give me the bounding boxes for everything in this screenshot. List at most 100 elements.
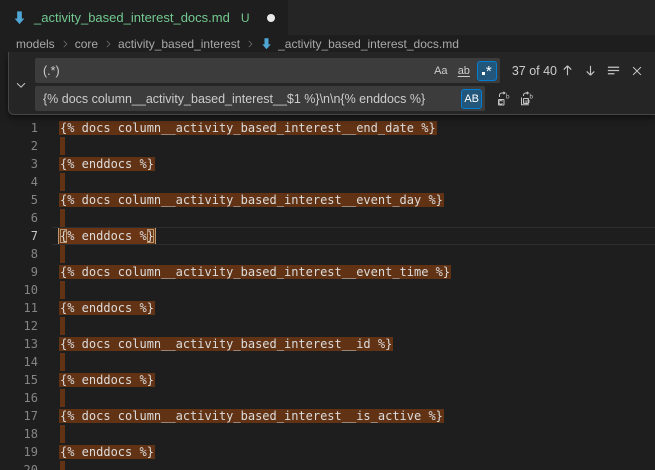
code-line-15[interactable]: 15 {% enddocs %} <box>0 371 655 389</box>
line-text: {% enddocs %} <box>60 155 154 173</box>
svg-text:b: b <box>505 92 509 100</box>
line-number: 9 <box>0 263 38 281</box>
code-line-20[interactable]: 20 <box>0 461 655 470</box>
line-number: 3 <box>0 155 38 173</box>
line-number: 11 <box>0 299 38 317</box>
regex-toggle[interactable]: * <box>477 61 497 81</box>
line-number: 2 <box>0 137 38 155</box>
match-case-toggle[interactable]: Aa <box>431 61 451 81</box>
breadcrumb-segment-models[interactable]: models <box>16 37 55 51</box>
whole-word-icon: ab <box>458 65 470 77</box>
line-text <box>60 461 65 470</box>
line-number: 14 <box>0 353 38 371</box>
tab-bar: _activity_based_interest_docs.md U <box>0 0 655 35</box>
git-status-badge: U <box>241 11 250 25</box>
code-line-4[interactable]: 4 <box>0 173 655 191</box>
line-number: 7 <box>0 227 38 245</box>
line-number: 15 <box>0 371 38 389</box>
toggle-replace-chevron-icon[interactable] <box>12 76 30 94</box>
line-text: {% docs column__activity_based_interest_… <box>60 263 450 281</box>
chevron-right-icon <box>60 39 70 49</box>
code-line-11[interactable]: 11 {% enddocs %} <box>0 299 655 317</box>
code-line-10[interactable]: 10 <box>0 281 655 299</box>
replace-all-button[interactable]: b ab <box>516 88 537 109</box>
tab-active-file[interactable]: _activity_based_interest_docs.md U <box>0 0 288 35</box>
line-number: 19 <box>0 443 38 461</box>
breadcrumb-file-name: _activity_based_interest_docs.md <box>278 37 459 51</box>
line-text: {% enddocs %} <box>60 443 154 461</box>
code-line-14[interactable]: 14 <box>0 353 655 371</box>
breadcrumb-segment-folder[interactable]: activity_based_interest <box>118 37 240 51</box>
line-text: {% docs column__activity_based_interest_… <box>60 119 436 137</box>
code-line-1[interactable]: 1 {% docs column__activity_based_interest… <box>0 119 655 137</box>
line-number: 20 <box>0 461 38 470</box>
code-line-6[interactable]: 6 <box>0 209 655 227</box>
match-case-icon: Aa <box>434 65 447 77</box>
find-input[interactable]: (.*) Aa ab * <box>35 58 500 83</box>
editor: (.*) Aa ab * 37 of 40 <box>0 52 655 470</box>
line-text <box>60 281 65 299</box>
previous-match-button[interactable] <box>557 60 578 81</box>
chevron-right-icon <box>103 39 113 49</box>
line-number: 1 <box>0 119 38 137</box>
line-text: {% docs column__activity_based_interest_… <box>60 335 392 353</box>
tab-bar-empty-area <box>288 0 655 35</box>
find-in-selection-button[interactable] <box>603 60 624 81</box>
line-number: 8 <box>0 245 38 263</box>
code-line-9[interactable]: 9 {% docs column__activity_based_interest… <box>0 263 655 281</box>
whole-word-toggle[interactable]: ab <box>454 61 474 81</box>
line-text <box>60 353 65 371</box>
line-text <box>60 317 65 335</box>
line-text <box>60 173 65 191</box>
code-line-13[interactable]: 13 {% docs column__activity_based_interes… <box>0 335 655 353</box>
line-text: {% docs column__activity_based_interest_… <box>60 407 443 425</box>
line-text: {% docs column__activity_based_interest_… <box>60 191 443 209</box>
code-line-2[interactable]: 2 <box>0 137 655 155</box>
svg-text:ab: ab <box>524 98 530 104</box>
line-number: 18 <box>0 425 38 443</box>
line-number: 13 <box>0 335 38 353</box>
replace-input[interactable]: {% docs column__activity_based_interest_… <box>35 86 485 111</box>
line-number: 12 <box>0 317 38 335</box>
breadcrumb: models core activity_based_interest _act… <box>0 35 655 52</box>
line-number: 17 <box>0 407 38 425</box>
line-text: {% enddocs %} <box>60 371 154 389</box>
unsaved-changes-dot[interactable] <box>267 14 275 22</box>
markdown-file-icon <box>260 37 273 50</box>
line-text <box>60 209 65 227</box>
preserve-case-toggle[interactable]: AB <box>461 89 482 109</box>
line-text <box>60 137 65 155</box>
find-query: (.*) <box>43 64 427 78</box>
line-number: 6 <box>0 209 38 227</box>
code-line-12[interactable]: 12 <box>0 317 655 335</box>
markdown-file-icon <box>12 10 27 25</box>
line-text <box>60 425 65 443</box>
line-number: 4 <box>0 173 38 191</box>
code-line-7[interactable]: 7 {% enddocs %} <box>0 227 655 245</box>
close-find-widget-button[interactable] <box>626 60 647 81</box>
code-line-3[interactable]: 3 {% enddocs %} <box>0 155 655 173</box>
code-line-8[interactable]: 8 <box>0 245 655 263</box>
next-match-button[interactable] <box>580 60 601 81</box>
code-line-18[interactable]: 18 <box>0 425 655 443</box>
line-text <box>60 389 65 407</box>
breadcrumb-segment-core[interactable]: core <box>75 37 98 51</box>
replace-value: {% docs column__activity_based_interest_… <box>43 92 457 106</box>
find-results-count: 37 of 40 <box>512 64 557 78</box>
line-number: 10 <box>0 281 38 299</box>
code-line-5[interactable]: 5{% docs column__activity_based_interest… <box>0 191 655 209</box>
line-text <box>60 245 65 263</box>
line-text: {% enddocs %} <box>60 227 154 245</box>
tab-title: _activity_based_interest_docs.md <box>34 10 230 25</box>
find-replace-widget: (.*) Aa ab * 37 of 40 <box>8 52 655 115</box>
breadcrumb-file[interactable]: _activity_based_interest_docs.md <box>260 37 459 51</box>
regex-icon: * <box>482 65 492 77</box>
line-text: {% enddocs %} <box>60 299 154 317</box>
preserve-case-icon: AB <box>464 93 479 105</box>
replace-button[interactable]: b <box>493 88 514 109</box>
code-line-19[interactable]: 19 {% enddocs %} <box>0 443 655 461</box>
code-line-17[interactable]: 17 {% docs column__activity_based_interes… <box>0 407 655 425</box>
chevron-right-icon <box>245 39 255 49</box>
code-line-16[interactable]: 16 <box>0 389 655 407</box>
line-number: 16 <box>0 389 38 407</box>
